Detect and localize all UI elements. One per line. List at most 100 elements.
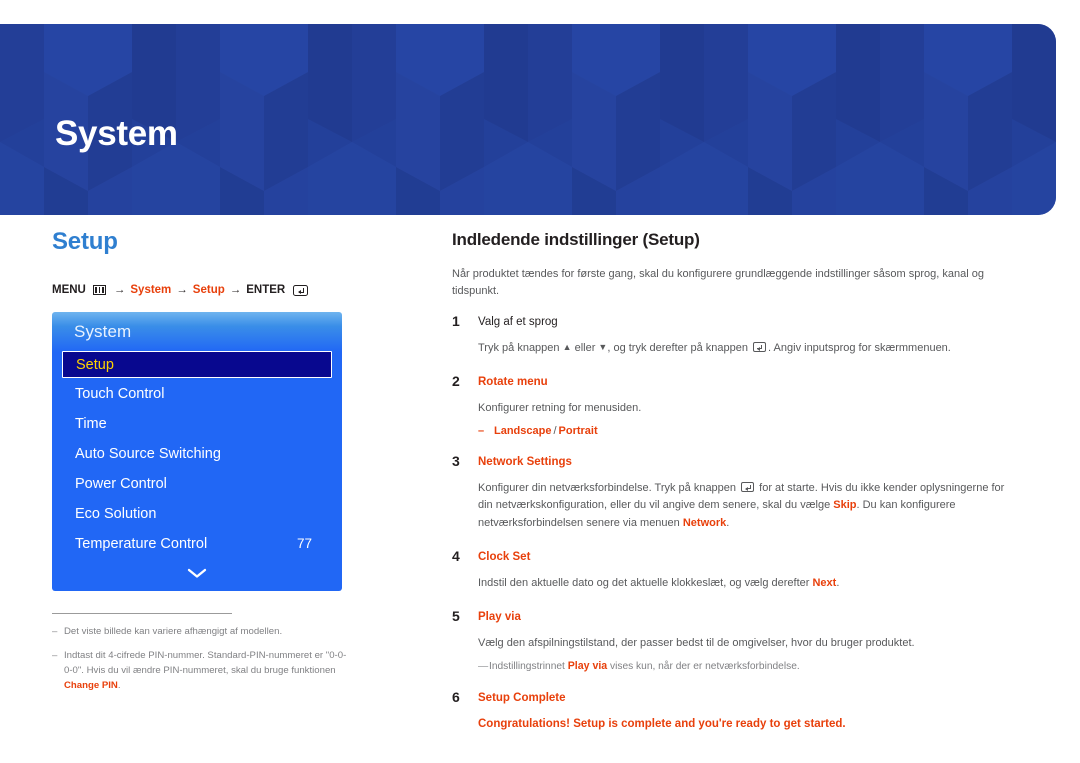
- footnote-item: – Det viste billede kan variere afhængig…: [52, 625, 352, 640]
- step-heading: Play via: [478, 611, 521, 624]
- step-text-part: .: [726, 516, 730, 529]
- breadcrumb-item-setup[interactable]: Setup: [193, 284, 225, 296]
- step-text: Tryk på knappen ▲ eller ▼, og tryk deref…: [478, 340, 1008, 357]
- enter-return-icon: [293, 284, 309, 296]
- menu-grid-icon: [92, 285, 106, 295]
- osd-menu-panel: System Setup Touch Control Time Auto Sou…: [52, 312, 342, 591]
- step-heading: Clock Set: [478, 551, 531, 564]
- breadcrumb-item-system[interactable]: System: [130, 284, 171, 296]
- bullet-dash: –: [478, 424, 485, 437]
- osd-item-label: Touch Control: [75, 385, 165, 402]
- option-separator: /: [553, 424, 557, 437]
- osd-item-auto-source-switching[interactable]: Auto Source Switching: [62, 439, 332, 468]
- page-root: System Setup MENU → System → Setup → ENT…: [0, 0, 1080, 763]
- breadcrumb-menu-label: MENU: [52, 284, 86, 296]
- step-heading: Valg af et sprog: [478, 316, 558, 328]
- footnote-emphasis: Change PIN: [64, 679, 118, 691]
- footnote-text: Indtast dit 4-cifrede PIN-nummer. Standa…: [64, 649, 352, 694]
- step-text: Indstil den aktuelle dato og det aktuell…: [478, 575, 1008, 592]
- osd-item-label: Temperature Control: [75, 535, 208, 552]
- footnote-text-body: Indtast dit 4-cifrede PIN-nummer. Standa…: [64, 649, 347, 676]
- step-2: 2 Rotate menu Konfigurer retning for men…: [452, 373, 1008, 451]
- step-option-list: – Landscape / Portrait: [478, 424, 1008, 439]
- breadcrumb-arrow-1: →: [113, 284, 126, 296]
- step-1: 1 Valg af et sprog Tryk på knappen ▲ ell…: [452, 313, 1008, 371]
- step-body: Clock Set Indstil den aktuelle dato og d…: [478, 548, 1008, 606]
- step-body: Network Settings Konfigurer din netværks…: [478, 453, 1008, 546]
- footnote-dash: –: [52, 649, 58, 661]
- enter-return-icon: [741, 481, 755, 492]
- right-column: Indledende indstillinger (Setup) Når pro…: [452, 230, 1008, 734]
- footnote-dash: –: [52, 626, 58, 637]
- osd-item-value: 77: [296, 536, 312, 551]
- page-header-banner: System: [0, 24, 1056, 215]
- footnote-text: Det viste billede kan variere afhængigt …: [64, 626, 283, 637]
- step-3: 3 Network Settings Konfigurer din netvær…: [452, 453, 1008, 546]
- step-option-landscape: Landscape: [494, 424, 552, 437]
- step-number: 3: [452, 453, 460, 470]
- step-note: — Indstillingstrinnet Play via vises kun…: [478, 659, 1008, 675]
- step-number: 1: [452, 313, 460, 329]
- footnote-text-tail: .: [117, 679, 121, 691]
- step-body: Play via Vælg den afspilningstilstand, d…: [478, 608, 1008, 686]
- osd-item-label: Setup: [76, 356, 114, 373]
- chevron-down-icon: [187, 568, 207, 578]
- step-4: 4 Clock Set Indstil den aktuelle dato og…: [452, 548, 1008, 606]
- osd-item-label: Power Control: [75, 475, 167, 492]
- content-intro: Når produktet tændes for første gang, sk…: [452, 268, 984, 297]
- step-body: Setup Complete Congratulations! Setup is…: [478, 689, 1008, 732]
- osd-panel-title: System: [74, 322, 132, 341]
- osd-item-label: Time: [75, 415, 107, 432]
- osd-item-label: Eco Solution: [75, 505, 157, 522]
- note-text-part: vises kun, når der er netværksforbindels…: [607, 660, 800, 672]
- highlight-next: Next: [812, 577, 837, 590]
- osd-item-label: Auto Source Switching: [75, 445, 221, 462]
- highlight-play-via: Play via: [567, 659, 608, 672]
- step-heading: Network Settings: [478, 456, 572, 469]
- step-text-part: . Angiv inputsprog for skærmmenuen.: [768, 341, 951, 354]
- enter-return-icon: [753, 341, 767, 352]
- osd-item-setup[interactable]: Setup: [62, 351, 332, 378]
- content-heading: Indledende indstillinger (Setup): [452, 230, 700, 249]
- breadcrumb-arrow-3: →: [229, 284, 242, 296]
- osd-item-temperature-control[interactable]: Temperature Control 77: [62, 529, 332, 558]
- highlight-skip: Skip: [833, 499, 857, 512]
- completion-message: Congratulations! Setup is complete and y…: [478, 717, 846, 730]
- note-dash: —: [478, 660, 489, 672]
- osd-item-touch-control[interactable]: Touch Control: [62, 379, 332, 408]
- page-title: System: [55, 114, 178, 153]
- osd-item-power-control[interactable]: Power Control: [62, 469, 332, 498]
- step-number: 4: [452, 548, 460, 565]
- step-text-part: eller: [571, 341, 599, 354]
- section-title: Setup: [52, 228, 118, 255]
- arrow-down-icon: ▼: [598, 341, 608, 352]
- footnotes: – Det viste billede kan variere afhængig…: [52, 613, 352, 693]
- step-heading: Setup Complete: [478, 691, 566, 704]
- step-6: 6 Setup Complete Congratulations! Setup …: [452, 689, 1008, 732]
- step-body: Rotate menu Konfigurer retning for menus…: [478, 373, 1008, 451]
- step-number: 5: [452, 608, 460, 625]
- left-column: Setup MENU → System → Setup → ENTER Syst…: [52, 228, 397, 702]
- step-text-part: Konfigurer din netværksforbindelse. Tryk…: [478, 481, 740, 494]
- step-option-portrait: Portrait: [558, 424, 598, 437]
- note-text: Indstillingstrinnet Play via vises kun, …: [489, 659, 800, 675]
- note-text-part: Indstillingstrinnet: [489, 660, 568, 672]
- osd-menu-list: Setup Touch Control Time Auto Source Swi…: [52, 351, 342, 558]
- step-text: Vælg den afspilningstilstand, der passer…: [478, 637, 915, 650]
- step-number: 2: [452, 373, 460, 390]
- step-body: Valg af et sprog Tryk på knappen ▲ eller…: [478, 313, 1008, 371]
- footnote-item: – Indtast dit 4-cifrede PIN-nummer. Stan…: [52, 649, 352, 694]
- osd-item-eco-solution[interactable]: Eco Solution: [62, 499, 332, 528]
- step-text-part: Tryk på knappen: [478, 341, 563, 354]
- breadcrumb-enter-label: ENTER: [246, 284, 286, 296]
- osd-item-time[interactable]: Time: [62, 409, 332, 438]
- step-text-part: Indstil den aktuelle dato og det aktuell…: [478, 577, 813, 590]
- highlight-network: Network: [682, 516, 727, 529]
- footnote-divider: [52, 613, 232, 614]
- step-number: 6: [452, 688, 460, 705]
- arrow-up-icon: ▲: [562, 341, 572, 352]
- step-text: Konfigurer din netværksforbindelse. Tryk…: [478, 480, 1008, 532]
- step-text: Konfigurer retning for menusiden.: [478, 402, 642, 415]
- step-text-part: , og tryk derefter på knappen: [607, 341, 752, 354]
- osd-scroll-down-button[interactable]: [52, 559, 342, 587]
